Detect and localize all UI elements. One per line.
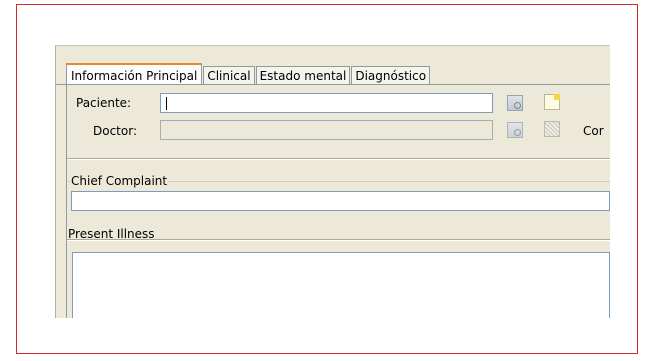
tab-diagnostico[interactable]: Diagnóstico [351,66,431,85]
grid-icon[interactable] [544,121,560,137]
chief-complaint-input[interactable] [71,191,610,211]
tab-estado-mental[interactable]: Estado mental [255,66,351,85]
tab-panel: Paciente: Doctor: Cor Chief Complaint Pr… [66,85,610,318]
chief-complaint-group: Chief Complaint [67,174,610,222]
truncated-label: Cor [583,124,604,138]
text-caret [166,97,167,110]
search-icon[interactable] [507,95,523,111]
doctor-input[interactable] [160,120,493,140]
patient-form-window: Información Principal Clinical Estado me… [55,45,610,318]
chief-complaint-title: Chief Complaint [70,174,169,188]
patient-label: Paciente: [76,96,132,110]
new-note-icon[interactable] [544,94,560,110]
search-icon[interactable] [507,122,523,138]
tab-clinical[interactable]: Clinical [203,66,255,85]
tab-informacion-principal[interactable]: Información Principal [66,63,203,85]
present-illness-title: Present Illness [68,227,155,241]
present-illness-textarea[interactable] [72,252,610,318]
doctor-label: Doctor: [93,124,137,138]
tab-strip: Información Principal Clinical Estado me… [66,63,431,85]
patient-input[interactable] [160,93,493,113]
